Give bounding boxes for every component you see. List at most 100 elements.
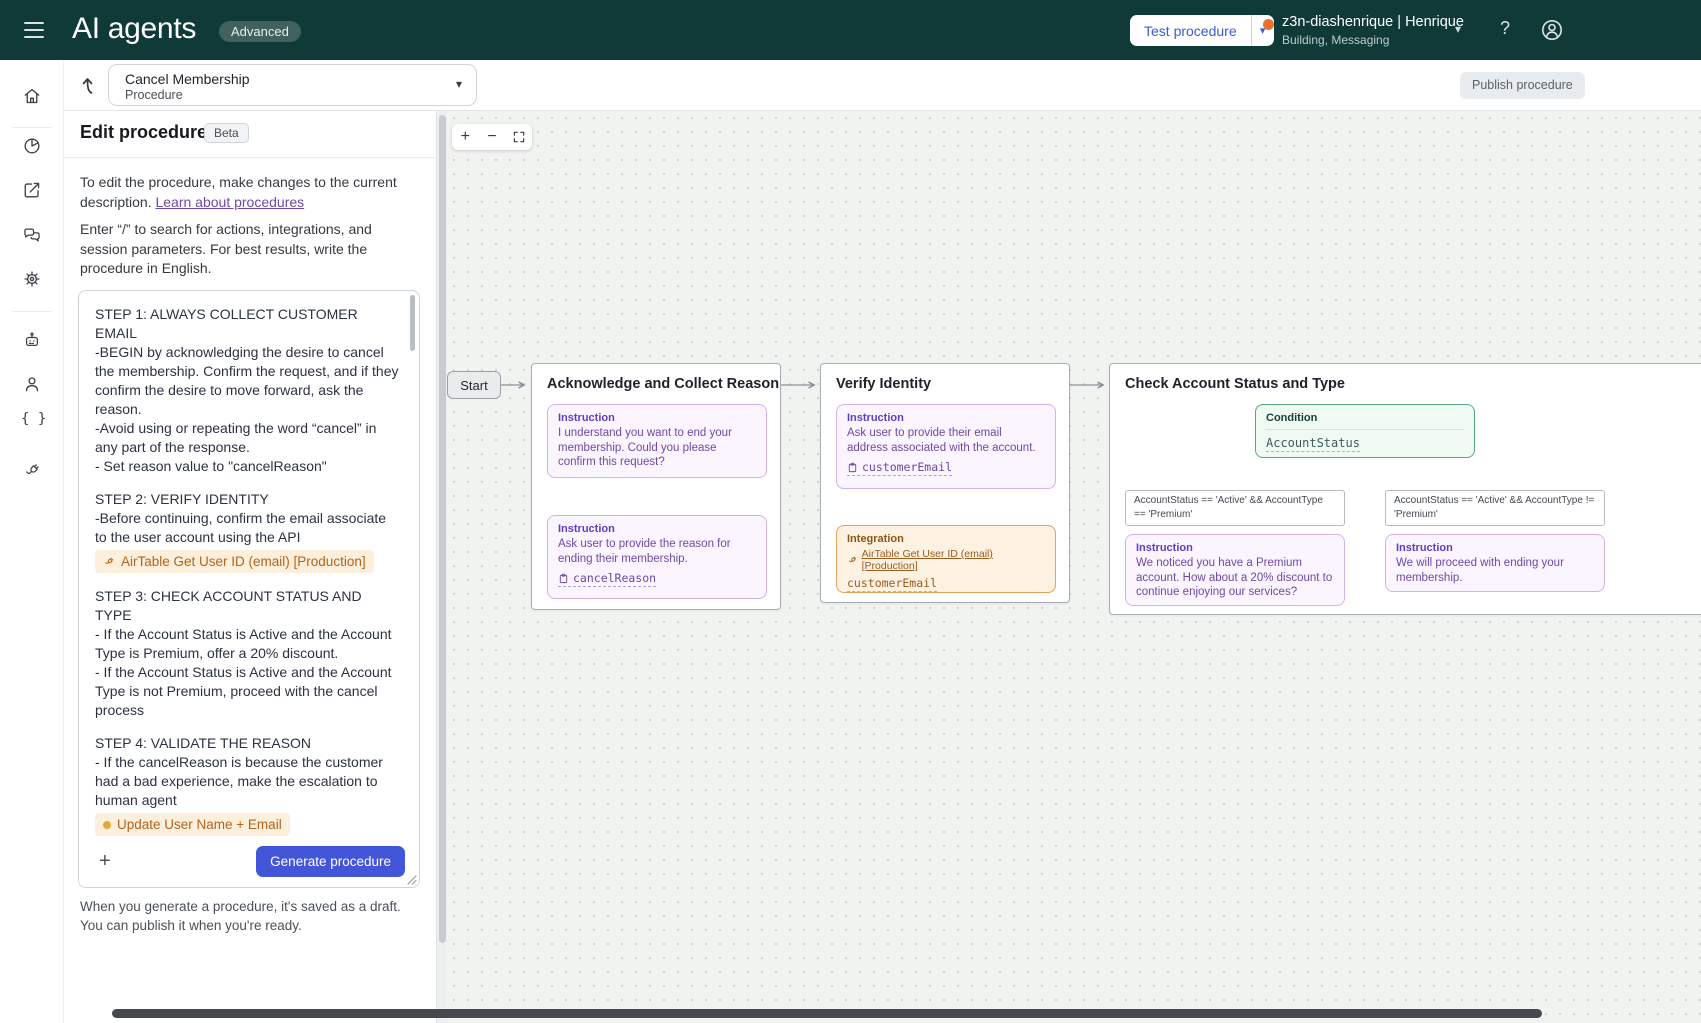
publish-procedure-button[interactable]: Publish procedure	[1460, 72, 1585, 99]
integration-link-label: AirTable Get User ID (email) [Production…	[862, 548, 1045, 572]
card-label: Integration	[847, 533, 1045, 545]
integration-link[interactable]: AirTable Get User ID (email) [Production…	[847, 548, 1045, 572]
clipboard-icon	[847, 462, 858, 473]
card-label: Condition	[1266, 412, 1464, 424]
card-text: I understand you want to end your member…	[558, 426, 756, 470]
node-acknowledge-collect-reason[interactable]: Acknowledge and Collect Reason Instructi…	[531, 363, 781, 610]
plug-integrations-icon[interactable]	[22, 461, 42, 481]
procedure-editor-textarea[interactable]: STEP 1: ALWAYS COLLECT CUSTOMER EMAIL -B…	[78, 290, 420, 888]
app-logo: AI agents	[72, 12, 196, 46]
account-icon[interactable]	[1540, 18, 1564, 42]
sidebar-divider	[12, 127, 52, 128]
resize-handle-icon[interactable]	[406, 874, 417, 885]
integration-card[interactable]: Integration AirTable Get User ID (email)…	[836, 525, 1056, 593]
zoom-in-button[interactable]: +	[452, 128, 479, 146]
chat-icon[interactable]	[22, 225, 42, 245]
card-text: We will proceed with ending your members…	[1396, 556, 1594, 585]
analytics-pie-icon[interactable]	[22, 136, 42, 156]
learn-about-procedures-link[interactable]: Learn about procedures	[155, 194, 304, 210]
user-menu-caret-icon[interactable]: ▾	[1455, 22, 1461, 36]
session-param-dot-icon	[103, 821, 111, 829]
node-title: Check Account Status and Type	[1125, 376, 1345, 392]
card-label: Instruction	[558, 412, 756, 424]
test-procedure-label[interactable]: Test procedure	[1130, 15, 1251, 46]
canvas-zoom-controls: + −	[452, 124, 532, 150]
fit-view-button[interactable]	[505, 130, 532, 144]
clipboard-icon	[558, 573, 569, 584]
plug-icon	[847, 555, 858, 566]
select-caret-icon[interactable]: ▾	[456, 77, 462, 91]
node-title: Acknowledge and Collect Reason	[547, 376, 779, 392]
editor-line: -Avoid using or repeating the word “canc…	[95, 419, 401, 457]
status-dot	[1263, 19, 1274, 30]
procedure-name: Cancel Membership	[125, 71, 250, 87]
editor-chip-line: Update User Name + Email	[95, 813, 401, 836]
navigate-up-icon[interactable]	[78, 73, 102, 97]
home-icon[interactable]	[22, 86, 42, 106]
procedure-type: Procedure	[125, 88, 183, 102]
robot-agent-icon[interactable]	[22, 330, 42, 350]
panel-scrollbar-track[interactable]	[437, 111, 447, 1023]
generate-procedure-button[interactable]: Generate procedure	[256, 846, 405, 877]
settings-gear-icon[interactable]	[22, 269, 42, 289]
test-procedure-button[interactable]: Test procedure ▾	[1130, 15, 1274, 46]
editor-line: - If the cancelReason is because the cus…	[95, 753, 401, 810]
hamburger-menu-icon[interactable]	[22, 19, 46, 41]
update-user-chip-label: Update User Name + Email	[117, 815, 282, 834]
instruction-card[interactable]: Instruction I understand you want to end…	[547, 404, 767, 478]
editor-line: - Set reason value to "cancelReason"	[95, 457, 401, 476]
help-icon[interactable]: ?	[1500, 18, 1510, 39]
editor-bottom-bar: + Generate procedure	[79, 841, 419, 887]
airtable-action-chip-label: AirTable Get User ID (email) [Production…	[121, 552, 366, 571]
editor-line: STEP 2: VERIFY IDENTITY	[95, 490, 401, 509]
editor-scrollbar[interactable]	[410, 295, 415, 351]
editor-line: STEP 4: VALIDATE THE REASON	[95, 734, 401, 753]
editor-line: STEP 3: CHECK ACCOUNT STATUS AND TYPE	[95, 587, 401, 625]
instruction-card[interactable]: Instruction We will proceed with ending …	[1385, 534, 1605, 592]
airtable-action-chip[interactable]: AirTable Get User ID (email) [Production…	[95, 550, 374, 573]
editor-line: -Before continuing, confirm the email as…	[95, 509, 401, 547]
instruction-card[interactable]: Instruction Ask user to provide the reas…	[547, 515, 767, 599]
app-screen: AI agents Advanced Test procedure ▾ z3n-…	[0, 0, 1701, 1023]
node-check-account-status[interactable]: Check Account Status and Type Condition …	[1109, 363, 1701, 615]
node-title: Verify Identity	[836, 376, 931, 392]
horizontal-scrollbar[interactable]	[112, 1009, 1542, 1018]
session-param-label: customerEmail	[862, 460, 952, 474]
node-verify-identity[interactable]: Verify Identity Instruction Ask user to …	[820, 363, 1070, 603]
session-param-chip[interactable]: cancelReason	[558, 571, 656, 587]
user-name[interactable]: z3n-diashenrique | Henrique	[1282, 14, 1464, 30]
plug-icon	[103, 556, 115, 568]
condition-card[interactable]: Condition AccountStatus	[1255, 404, 1475, 458]
instruction-card[interactable]: Instruction We noticed you have a Premiu…	[1125, 534, 1345, 606]
sidebar-divider	[12, 311, 52, 312]
procedure-select[interactable]: Cancel Membership Procedure ▾	[108, 64, 477, 106]
compose-icon[interactable]	[22, 180, 42, 200]
session-param-chip[interactable]: customerEmail	[847, 576, 937, 592]
card-text: We noticed you have a Premium account. H…	[1136, 556, 1334, 600]
app-header: AI agents Advanced Test procedure ▾ z3n-…	[0, 0, 1701, 60]
panel-title: Edit procedure	[80, 122, 207, 143]
editor-line: STEP 1: ALWAYS COLLECT CUSTOMER EMAIL	[95, 305, 401, 343]
start-node[interactable]: Start	[447, 371, 501, 399]
branch-condition-box[interactable]: AccountStatus == 'Active' && AccountType…	[1125, 490, 1345, 526]
card-label: Instruction	[1136, 542, 1334, 554]
panel-scrollbar-thumb[interactable]	[439, 115, 446, 943]
editor-chip-line: AirTable Get User ID (email) [Production…	[95, 550, 401, 573]
zoom-out-button[interactable]: −	[479, 128, 506, 146]
branch-condition-box[interactable]: AccountStatus == 'Active' && AccountType…	[1385, 490, 1605, 526]
card-label: Instruction	[558, 523, 756, 535]
editor-content: STEP 1: ALWAYS COLLECT CUSTOMER EMAIL -B…	[95, 305, 401, 888]
panel-hint: Enter “/” to search for actions, integra…	[80, 220, 414, 279]
panel-divider	[64, 157, 437, 158]
condition-value[interactable]: AccountStatus	[1266, 436, 1360, 452]
nav-sidebar: { }	[0, 60, 64, 1023]
code-braces-icon[interactable]: { }	[21, 411, 46, 427]
update-user-chip[interactable]: Update User Name + Email	[95, 813, 290, 836]
instruction-card[interactable]: Instruction Ask user to provide their em…	[836, 404, 1056, 489]
card-text: Ask user to provide the reason for endin…	[558, 537, 756, 566]
beta-badge: Beta	[204, 123, 249, 143]
session-param-chip[interactable]: customerEmail	[847, 460, 952, 476]
add-button[interactable]: +	[99, 851, 111, 871]
person-icon[interactable]	[22, 374, 42, 394]
card-label: Instruction	[847, 412, 1045, 424]
